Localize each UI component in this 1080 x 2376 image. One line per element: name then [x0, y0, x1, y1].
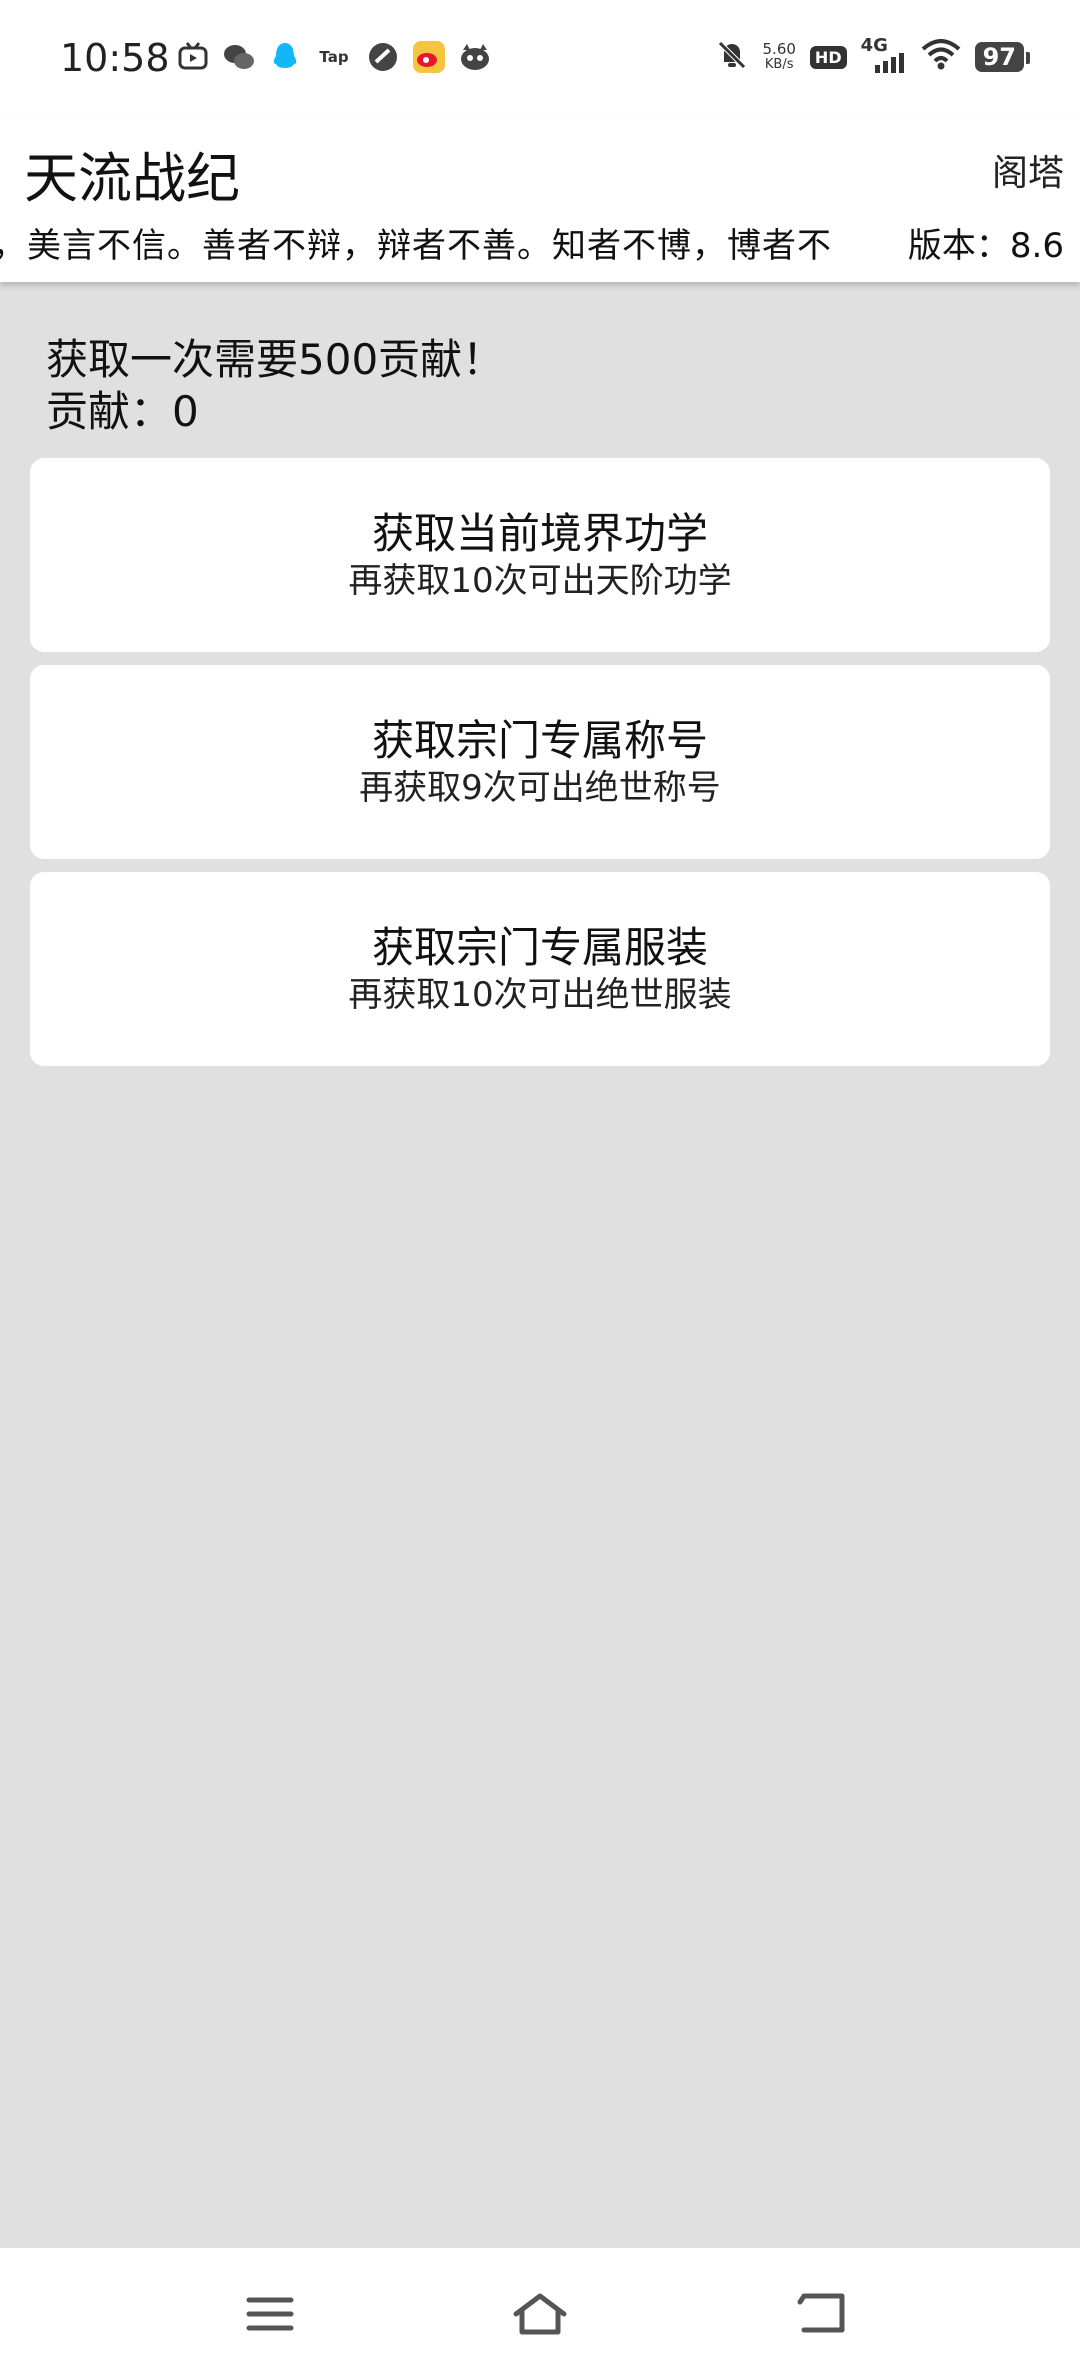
game-app-icon — [458, 40, 492, 74]
contribution-info: 获取一次需要500贡献！ 贡献：0 — [46, 334, 504, 438]
contribution-value: 贡献：0 — [46, 387, 199, 436]
tv-app-icon — [176, 40, 210, 74]
net-speed: 5.60 KB/s — [762, 40, 796, 72]
menu-icon[interactable] — [243, 2290, 297, 2338]
card-title: 获取当前境界功学 — [371, 509, 708, 558]
card-title: 获取宗门专属服装 — [371, 923, 708, 972]
get-title-button[interactable]: 获取宗门专属称号 再获取9次可出绝世称号 — [30, 665, 1050, 859]
marquee-text: ，美言不信。善者不辩，辩者不善。知者不博，博者不 — [0, 226, 832, 266]
system-nav-bar — [0, 2248, 1080, 2376]
page-title: 天流战纪 — [24, 147, 240, 210]
cellular-signal-icon: 4G — [861, 35, 907, 75]
mute-bell-icon — [715, 38, 749, 76]
system-indicators: 5.60 KB/s HD 4G 97 — [715, 35, 1031, 76]
hd-badge: HD — [809, 45, 847, 69]
status-time: 10:58 — [60, 36, 170, 80]
cost-text: 获取一次需要500贡献！ — [46, 335, 505, 384]
battery-indicator: 97 — [974, 42, 1031, 72]
weibo-icon — [412, 40, 446, 74]
back-icon[interactable] — [796, 2290, 850, 2338]
status-bar: 10:58 Tap 5.60 KB/s HD 4G 97 — [0, 0, 1080, 118]
wechat-icon — [222, 40, 256, 74]
tower-button[interactable]: 阁塔 — [992, 144, 1064, 196]
card-title: 获取宗门专属称号 — [371, 716, 708, 765]
app-header: 天流战纪 阁塔 ，美言不信。善者不辩，辩者不善。知者不博，博者不 版本：8.6 — [0, 118, 1080, 282]
notification-icons: Tap — [176, 40, 492, 74]
get-outfit-button[interactable]: 获取宗门专属服装 再获取10次可出绝世服装 — [30, 872, 1050, 1066]
get-technique-button[interactable]: 获取当前境界功学 再获取10次可出天阶功学 — [30, 458, 1050, 652]
card-subtitle: 再获取10次可出绝世服装 — [348, 975, 732, 1015]
home-icon[interactable] — [510, 2290, 567, 2338]
wifi-icon — [921, 39, 961, 75]
qq-icon — [268, 40, 302, 74]
version-label: 版本：8.6 — [903, 218, 1064, 267]
taptap-icon: Tap — [319, 48, 349, 66]
card-subtitle: 再获取9次可出绝世称号 — [359, 768, 721, 808]
speed-app-icon — [366, 40, 400, 74]
card-subtitle: 再获取10次可出天阶功学 — [348, 561, 732, 601]
